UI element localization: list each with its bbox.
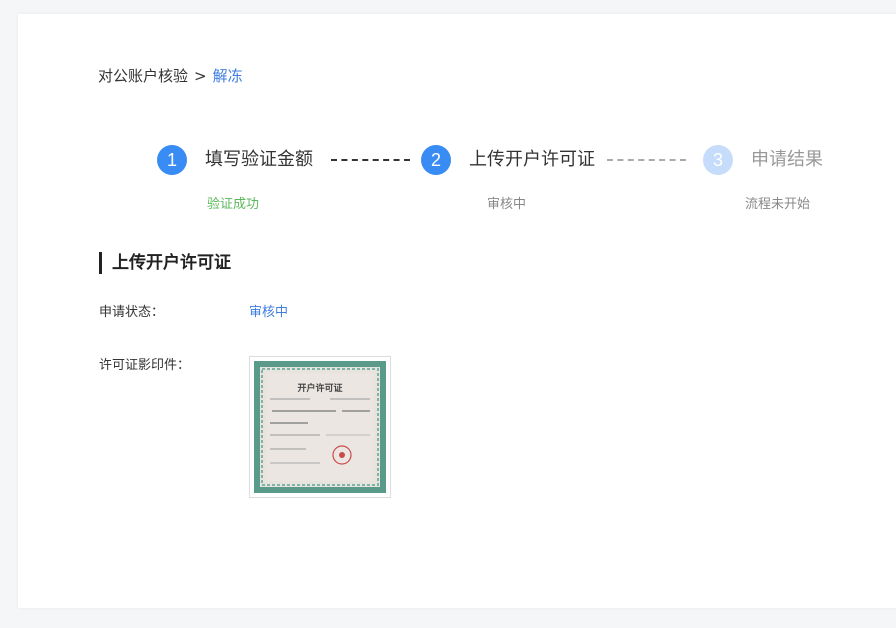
step-1-number: 1 bbox=[157, 145, 187, 175]
certificate-title: 开户许可证 bbox=[297, 382, 342, 394]
breadcrumb: 对公账户核验 > 解冻 bbox=[98, 66, 243, 86]
license-label: 许可证影印件： bbox=[99, 358, 191, 373]
step-connector-1 bbox=[331, 159, 410, 161]
step-2-number: 2 bbox=[421, 145, 451, 175]
step-3-number: 3 bbox=[703, 145, 733, 175]
step-3-title: 申请结果 bbox=[751, 149, 823, 170]
step-1-title: 填写验证金额 bbox=[205, 149, 313, 170]
breadcrumb-separator: > bbox=[194, 67, 207, 85]
breadcrumb-parent[interactable]: 对公账户核验 bbox=[98, 67, 188, 85]
status-value: 审核中 bbox=[249, 305, 289, 320]
step-3-status: 流程未开始 bbox=[745, 197, 811, 212]
section-title: 上传开户许可证 bbox=[99, 252, 231, 274]
status-label: 申请状态： bbox=[99, 305, 165, 320]
license-certificate-image: 开户许可证 bbox=[254, 361, 386, 493]
breadcrumb-current[interactable]: 解冻 bbox=[213, 67, 243, 85]
step-2-status: 审核中 bbox=[487, 197, 527, 212]
main-card: 对公账户核验 > 解冻 1 填写验证金额 验证成功 2 上传开户许可证 审核中 3 … bbox=[18, 14, 896, 608]
license-image[interactable]: 开户许可证 bbox=[249, 356, 391, 498]
step-connector-2 bbox=[607, 159, 686, 161]
step-2-title: 上传开户许可证 bbox=[469, 149, 595, 170]
step-1-status: 验证成功 bbox=[207, 197, 260, 212]
